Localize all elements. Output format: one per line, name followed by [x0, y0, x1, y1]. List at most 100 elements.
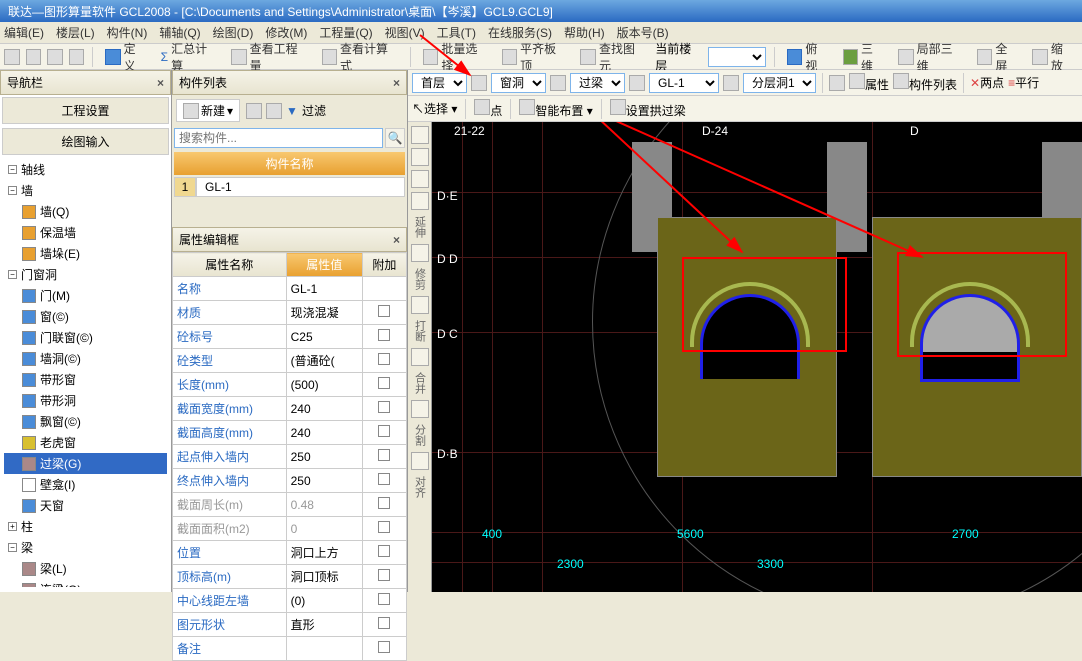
vtool-break[interactable]: 打断: [412, 320, 428, 342]
vtool-split[interactable]: 分割: [412, 424, 428, 446]
property-row[interactable]: 材质现浇混凝: [173, 301, 407, 325]
close-icon[interactable]: ×: [157, 76, 164, 90]
property-row[interactable]: 起点伸入墙内250: [173, 445, 407, 469]
prop-check[interactable]: [362, 325, 406, 349]
filter-icon[interactable]: ▼: [286, 104, 298, 118]
prop-value[interactable]: 洞口顶标: [286, 565, 362, 589]
prop-value[interactable]: 0: [286, 517, 362, 541]
icon[interactable]: [471, 75, 487, 91]
prop-check[interactable]: [362, 637, 406, 661]
undo-icon[interactable]: [47, 49, 63, 65]
vtool-btn[interactable]: [411, 170, 429, 188]
two-point-button[interactable]: ✕两点: [970, 74, 1004, 91]
complist-row[interactable]: 1 GL-1: [174, 177, 405, 197]
tree-door[interactable]: 门(M): [4, 285, 167, 306]
prop-value[interactable]: 240: [286, 421, 362, 445]
icon[interactable]: [629, 75, 645, 91]
prop-value[interactable]: (0): [286, 589, 362, 613]
vtool-btn[interactable]: [411, 348, 429, 366]
checkbox-icon[interactable]: [378, 617, 390, 629]
property-row[interactable]: 截面面积(m2)0: [173, 517, 407, 541]
arch-lintel-button[interactable]: 设置拱过梁: [610, 99, 686, 119]
drawing-input[interactable]: 绘图输入: [2, 128, 169, 155]
checkbox-icon[interactable]: [378, 473, 390, 485]
tree-wall[interactable]: −墙: [4, 180, 167, 201]
tree-beam[interactable]: −梁: [4, 537, 167, 558]
property-row[interactable]: 砼类型(普通砼(: [173, 349, 407, 373]
attr-button[interactable]: 属性: [849, 73, 889, 93]
property-row[interactable]: 截面宽度(mm)240: [173, 397, 407, 421]
close-icon[interactable]: ×: [393, 233, 400, 247]
delete-icon[interactable]: [266, 103, 282, 119]
search-input[interactable]: [174, 128, 383, 148]
smart-layout-button[interactable]: 智能布置 ▾: [519, 99, 592, 119]
tree-pier[interactable]: 墙垛(E): [4, 243, 167, 264]
tree-niche[interactable]: 壁龛(I): [4, 474, 167, 495]
property-row[interactable]: 位置洞口上方: [173, 541, 407, 565]
tree-strip-window[interactable]: 带形窗: [4, 369, 167, 390]
property-row[interactable]: 顶标高(m)洞口顶标: [173, 565, 407, 589]
component-dropdown[interactable]: GL-1: [649, 73, 719, 93]
icon[interactable]: [550, 75, 566, 91]
new-button[interactable]: 新建 ▾: [176, 99, 240, 122]
prop-check[interactable]: [362, 565, 406, 589]
property-row[interactable]: 图元形状直形: [173, 613, 407, 637]
checkbox-icon[interactable]: [378, 593, 390, 605]
checkbox-icon[interactable]: [378, 569, 390, 581]
prop-check[interactable]: [362, 277, 406, 301]
checkbox-icon[interactable]: [378, 353, 390, 365]
prop-check[interactable]: [362, 445, 406, 469]
property-row[interactable]: 截面高度(mm)240: [173, 421, 407, 445]
layer-dropdown[interactable]: 分层洞1: [743, 73, 816, 93]
project-settings[interactable]: 工程设置: [2, 97, 169, 124]
floor-select[interactable]: [708, 47, 766, 67]
vtool-btn[interactable]: [411, 192, 429, 210]
prop-value[interactable]: 0.48: [286, 493, 362, 517]
prop-check[interactable]: [362, 373, 406, 397]
tree-insulation-wall[interactable]: 保温墙: [4, 222, 167, 243]
checkbox-icon[interactable]: [378, 521, 390, 533]
icon[interactable]: [829, 75, 845, 91]
tree-strip-hole[interactable]: 带形洞: [4, 390, 167, 411]
property-row[interactable]: 终点伸入墙内250: [173, 469, 407, 493]
tree-coupling-beam[interactable]: 连梁(G): [4, 579, 167, 587]
property-row[interactable]: 截面周长(m)0.48: [173, 493, 407, 517]
filter-label[interactable]: 过滤: [302, 102, 326, 119]
prop-check[interactable]: [362, 469, 406, 493]
checkbox-icon[interactable]: [378, 377, 390, 389]
category-dropdown[interactable]: 窗洞: [491, 73, 546, 93]
prop-check[interactable]: [362, 613, 406, 637]
checkbox-icon[interactable]: [378, 401, 390, 413]
prop-check[interactable]: [362, 493, 406, 517]
checkbox-icon[interactable]: [378, 641, 390, 653]
canvas-3d[interactable]: D·E D D D C D·B 21-22 D-24 D: [432, 122, 1082, 592]
prop-value[interactable]: 250: [286, 469, 362, 493]
tree-wall-hole[interactable]: 墙洞(©): [4, 348, 167, 369]
vtool-extend[interactable]: 延伸: [412, 216, 428, 238]
property-row[interactable]: 砼标号C25: [173, 325, 407, 349]
checkbox-icon[interactable]: [378, 329, 390, 341]
tree-wall-q[interactable]: 墙(Q): [4, 201, 167, 222]
prop-check[interactable]: [362, 541, 406, 565]
parallel-button[interactable]: ≡平行: [1008, 74, 1039, 91]
property-row[interactable]: 长度(mm)(500): [173, 373, 407, 397]
prop-value[interactable]: GL-1: [286, 277, 362, 301]
select-button[interactable]: ↖选择 ▾: [412, 100, 457, 117]
open-icon[interactable]: [4, 49, 20, 65]
property-row[interactable]: 备注: [173, 637, 407, 661]
vtool-btn[interactable]: [411, 148, 429, 166]
tree-beam-l[interactable]: 梁(L): [4, 558, 167, 579]
prop-value[interactable]: (500): [286, 373, 362, 397]
prop-check[interactable]: [362, 349, 406, 373]
prop-check[interactable]: [362, 421, 406, 445]
collapse-icon[interactable]: −: [8, 165, 17, 174]
prop-value[interactable]: 直形: [286, 613, 362, 637]
floor-dropdown[interactable]: 首层: [412, 73, 467, 93]
vtool-btn[interactable]: [411, 244, 429, 262]
copy-icon[interactable]: [246, 103, 262, 119]
prop-value[interactable]: (普通砼(: [286, 349, 362, 373]
menu-edit[interactable]: 编辑(E): [4, 24, 44, 41]
tree-axis[interactable]: −轴线: [4, 159, 167, 180]
type-dropdown[interactable]: 过梁: [570, 73, 625, 93]
prop-value[interactable]: [286, 637, 362, 661]
